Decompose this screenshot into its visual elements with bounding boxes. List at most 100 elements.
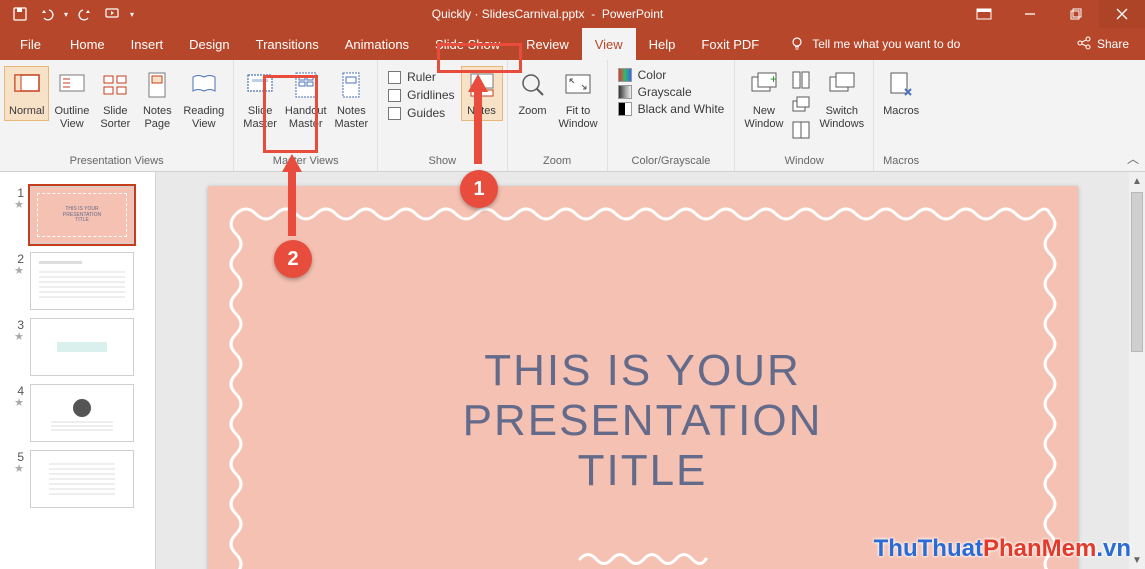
thumbnail-3[interactable]: 3★ [0,314,155,380]
thumbnail-image [30,252,134,310]
handout-master-icon [290,69,322,101]
collapse-ribbon-icon[interactable]: ︿ [1127,150,1139,167]
title-bar: ▾ ▾ Quickly · SlidesCarnival.pptx - Powe… [0,0,1145,28]
notes-page-icon [141,69,173,101]
tab-design[interactable]: Design [176,28,242,60]
undo-dropdown-icon[interactable]: ▾ [64,10,68,19]
fit-to-window-icon [562,69,594,101]
slide-master-icon [244,69,276,101]
thumbnail-4[interactable]: 4★ [0,380,155,446]
thumbnail-image [30,318,134,376]
arrange-all-button[interactable] [790,69,812,91]
ribbon-tabs: File Home Insert Design Transitions Anim… [0,28,1145,60]
reading-view-button[interactable]: Reading View [178,66,229,133]
macros-button[interactable]: Macros [878,66,924,121]
scroll-down-icon[interactable]: ▼ [1129,551,1145,569]
tab-file[interactable]: File [4,28,57,60]
scroll-thumb[interactable] [1131,192,1143,352]
tab-view[interactable]: View [582,28,636,60]
slide-sorter-icon [99,69,131,101]
notes-page-button[interactable]: Notes Page [136,66,178,133]
ribbon-display-options-icon[interactable] [961,0,1007,28]
share-button[interactable]: Share [1061,28,1145,60]
ruler-checkbox[interactable]: Ruler [388,70,454,84]
outline-view-icon [56,69,88,101]
tab-slide-show[interactable]: Slide Show [422,28,513,60]
thumbnail-5[interactable]: 5★ [0,446,155,512]
tab-animations[interactable]: Animations [332,28,422,60]
group-macros: Macros Macros [874,60,928,171]
callout-2: 2 [274,240,312,278]
macros-icon [885,69,917,101]
gridlines-checkbox[interactable]: Gridlines [388,88,454,102]
move-split-button[interactable] [790,119,812,141]
fit-to-window-button[interactable]: Fit to Window [554,66,603,133]
slide-title-text[interactable]: THIS IS YOUR PRESENTATION TITLE [425,346,860,496]
close-button[interactable] [1099,0,1145,28]
tab-review[interactable]: Review [513,28,582,60]
group-window: + New Window Switch Windows Window [735,60,874,171]
decorative-wave [578,550,708,568]
callout-1: 1 [460,170,498,208]
tab-help[interactable]: Help [636,28,689,60]
ribbon: Normal Outline View Slide Sorter Notes P… [0,60,1145,172]
watermark: ThuThuatPhanMem.vn [874,535,1131,563]
vertical-scrollbar[interactable]: ▲ ▼ [1129,172,1145,569]
document-name: Quickly · SlidesCarnival.pptx [432,7,585,21]
tab-insert[interactable]: Insert [118,28,177,60]
app-name: PowerPoint [602,7,663,21]
zoom-icon [517,69,549,101]
quick-access-toolbar: ▾ ▾ [0,6,134,22]
group-label-window: Window [739,153,869,171]
slide-sorter-button[interactable]: Slide Sorter [94,66,136,133]
handout-master-button[interactable]: Handout Master [282,66,330,133]
thumbnail-2[interactable]: 2★ [0,248,155,314]
tab-home[interactable]: Home [57,28,118,60]
checkbox-icon [388,107,401,120]
normal-view-button[interactable]: Normal [4,66,49,121]
color-mode-button[interactable]: Color [618,68,725,82]
grayscale-mode-button[interactable]: Grayscale [618,85,725,99]
switch-windows-icon [826,69,858,101]
group-zoom: Zoom Fit to Window Zoom [508,60,608,171]
tab-transitions[interactable]: Transitions [243,28,332,60]
zoom-button[interactable]: Zoom [512,66,554,121]
slide[interactable]: THIS IS YOUR PRESENTATION TITLE [208,186,1078,569]
notes-master-icon [335,69,367,101]
outline-view-button[interactable]: Outline View [49,66,94,133]
group-label-color-grayscale: Color/Grayscale [612,153,731,171]
tell-me-search[interactable]: Tell me what you want to do [772,28,1061,60]
checkbox-icon [388,89,401,102]
thumbnail-image [30,450,134,508]
restore-button[interactable] [1053,0,1099,28]
guides-checkbox[interactable]: Guides [388,106,454,120]
grayscale-swatch-icon [618,85,632,99]
slide-thumbnails-panel[interactable]: 1★ THIS IS YOURPRESENTATION TITLE 2★ 3★ … [0,172,156,569]
arrow-1 [466,74,490,174]
minimize-button[interactable] [1007,0,1053,28]
group-label-master-views: Master Views [238,153,373,171]
slide-master-button[interactable]: Slide Master [238,66,282,133]
cascade-button[interactable] [790,94,812,116]
save-icon[interactable] [12,6,28,22]
new-window-button[interactable]: + New Window [739,66,788,133]
svg-text:+: + [770,72,777,86]
thumbnail-1[interactable]: 1★ THIS IS YOURPRESENTATION TITLE [0,182,155,248]
tab-foxit-pdf[interactable]: Foxit PDF [688,28,772,60]
group-label-zoom: Zoom [512,153,603,171]
start-slideshow-icon[interactable] [104,6,120,22]
notes-master-button[interactable]: Notes Master [330,66,374,133]
window-controls [961,0,1145,28]
group-label-macros: Macros [878,153,924,171]
lightbulb-icon [790,36,804,53]
scroll-up-icon[interactable]: ▲ [1129,172,1145,190]
group-color-grayscale: Color Grayscale Black and White Color/Gr… [608,60,736,171]
redo-icon[interactable] [78,6,94,22]
scroll-track[interactable] [1129,190,1145,551]
color-swatch-icon [618,68,632,82]
switch-windows-button[interactable]: Switch Windows [814,66,869,133]
new-window-icon: + [748,69,780,101]
bw-mode-button[interactable]: Black and White [618,102,725,116]
undo-icon[interactable] [38,6,54,22]
thumbnail-image [30,384,134,442]
